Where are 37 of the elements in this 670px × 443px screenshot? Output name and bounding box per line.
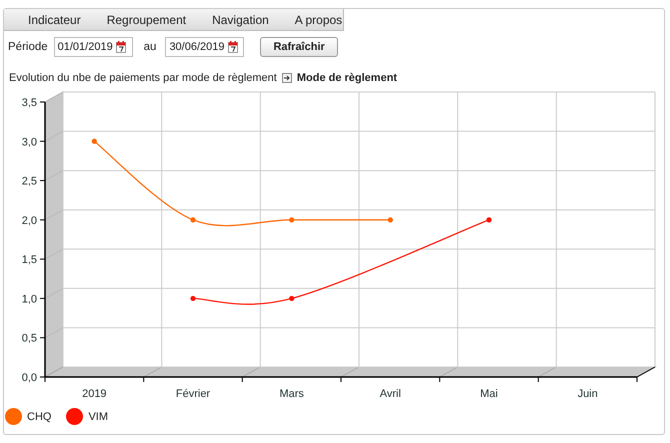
legend-label: CHQ (27, 410, 52, 422)
legend-label: VIM (88, 410, 108, 422)
data-point (289, 217, 294, 222)
refresh-button[interactable]: Rafraîchir (260, 37, 338, 57)
period-label: Période (8, 41, 48, 53)
y-tick-label: 0,5 (22, 332, 37, 345)
y-tick-label: 1,5 (22, 254, 37, 266)
y-tick-label: 2,0 (22, 214, 37, 227)
end-date-field[interactable]: 30/06/2019 (165, 37, 244, 57)
x-tick-label: Mars (279, 388, 304, 400)
chart-title: Evolution du nbe de paiements par mode de règlement (9, 72, 277, 84)
data-point (388, 217, 393, 222)
menu-item[interactable]: A propos (282, 9, 354, 30)
calendar-icon[interactable] (116, 41, 126, 53)
menu-item[interactable]: Navigation (200, 9, 281, 30)
y-tick-label: 0,0 (22, 372, 37, 384)
data-point (92, 138, 97, 144)
between-label: au (144, 41, 156, 53)
arrow-icon[interactable] (282, 73, 292, 83)
x-tick-label: Février (176, 388, 210, 400)
y-tick-label: 2,5 (22, 176, 37, 188)
calendar-icon[interactable] (228, 41, 238, 53)
data-point (190, 217, 196, 222)
x-tick-label: Juin (578, 388, 598, 400)
menu-item[interactable]: Indicateur (16, 9, 93, 30)
data-point (289, 296, 294, 302)
y-tick-label: 1,0 (22, 293, 37, 306)
start-date-field[interactable]: 01/01/2019 (54, 37, 133, 57)
data-point (190, 296, 196, 302)
menu-item[interactable]: Regroupement (94, 9, 198, 30)
y-tick-label: 3,5 (22, 97, 37, 109)
drilldown-label[interactable]: Mode de règlement (296, 72, 398, 84)
x-tick-label: 2019 (82, 388, 107, 400)
x-tick-label: Mai (480, 388, 498, 400)
data-point (486, 217, 492, 222)
y-tick-label: 3,0 (22, 136, 37, 148)
x-tick-label: Avril (380, 388, 401, 400)
